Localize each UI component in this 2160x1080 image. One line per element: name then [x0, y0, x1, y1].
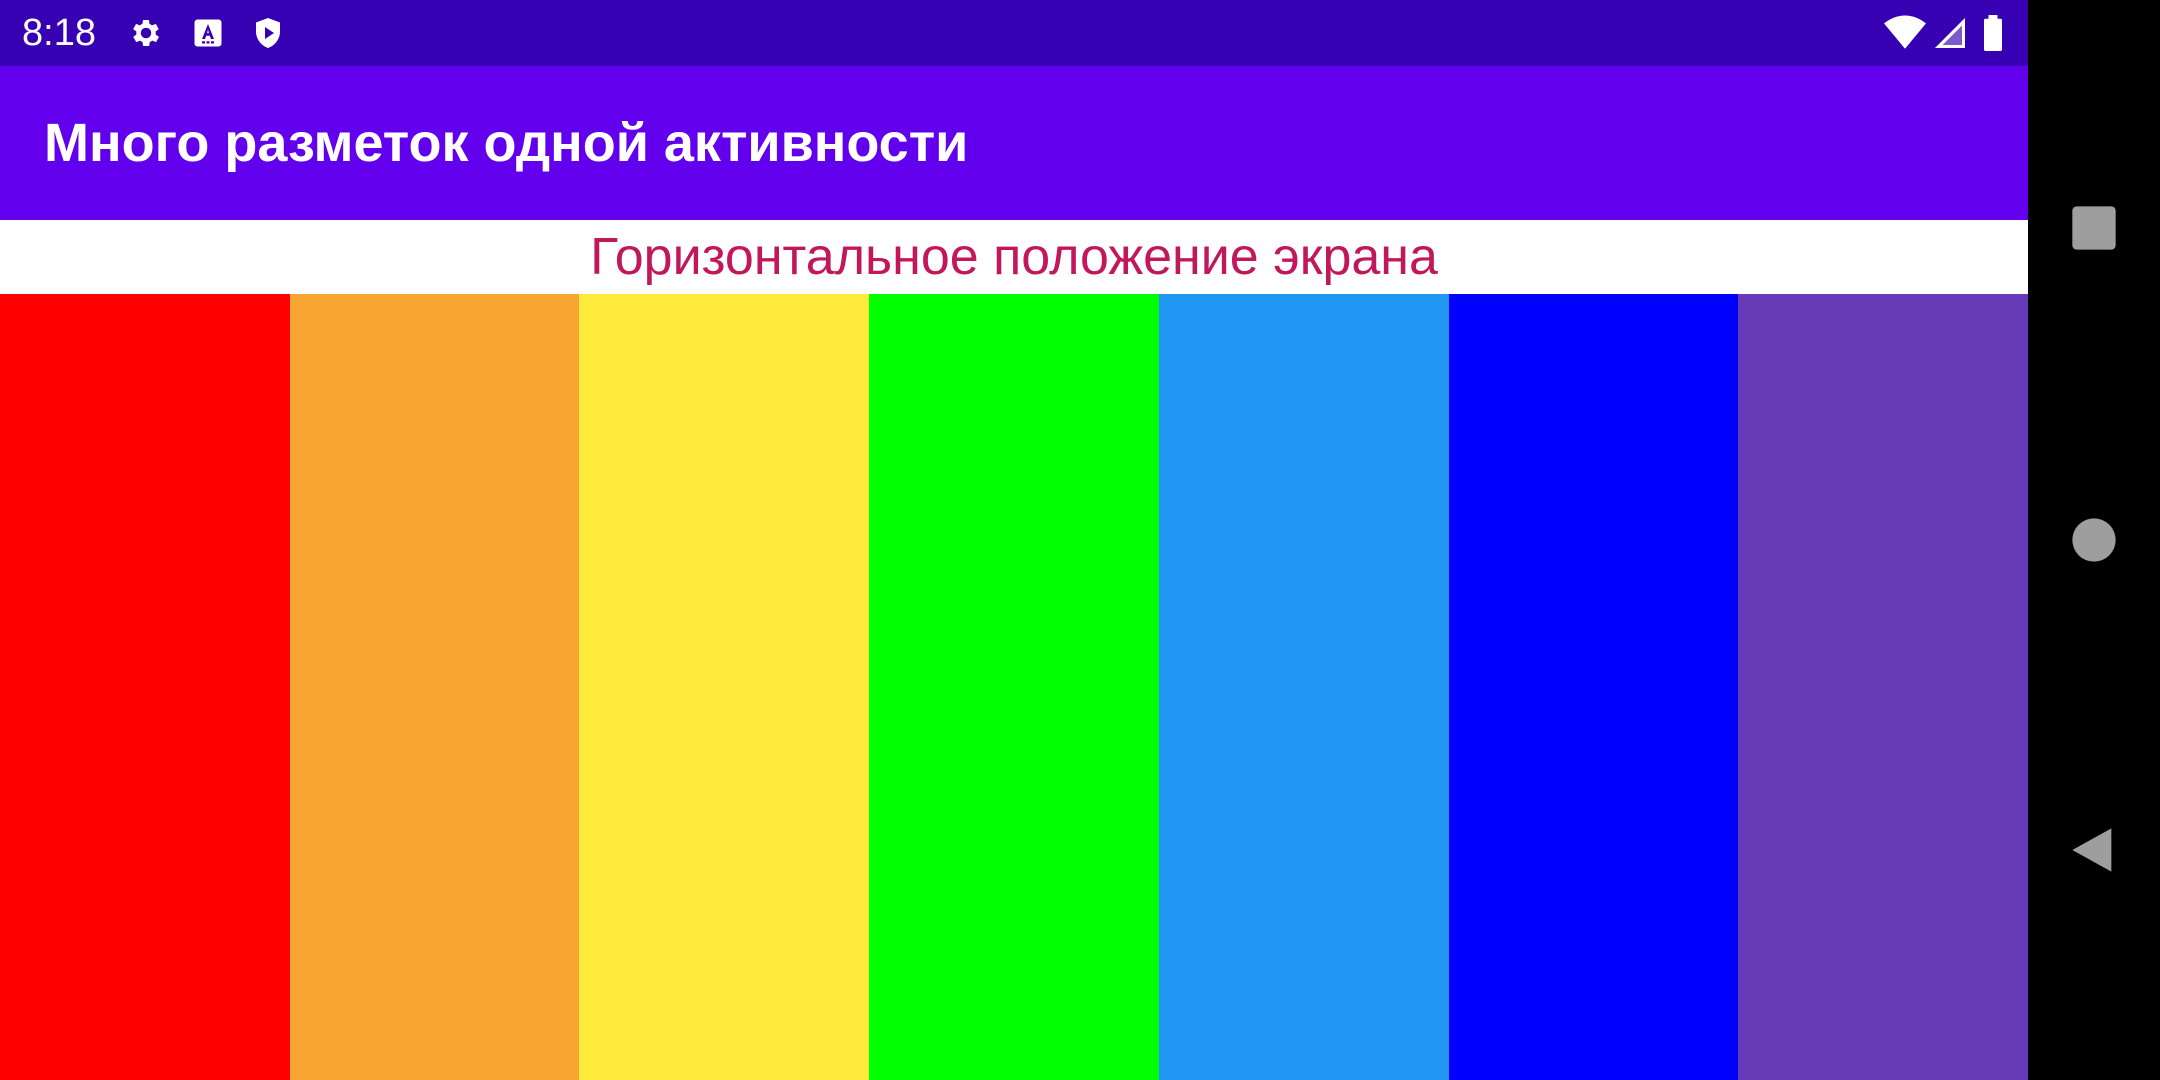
- navigation-bar: [2028, 0, 2160, 1080]
- app-title: Много разметок одной активности: [44, 113, 969, 173]
- wifi-icon: [1884, 15, 1926, 51]
- cell-signal-icon: [1932, 15, 1968, 51]
- status-time: 8:18: [22, 12, 96, 54]
- battery-icon: [1978, 15, 2008, 51]
- app-screen: 8:18 Много разметок одной активности Гор…: [0, 0, 2028, 1080]
- shield-play-icon: [250, 15, 286, 51]
- home-circle-icon[interactable]: [2068, 514, 2120, 566]
- color-stripes: [0, 294, 2028, 1080]
- app-bar: Много разметок одной активности: [0, 66, 2028, 220]
- back-triangle-icon[interactable]: [2068, 824, 2120, 876]
- stripe-yellow: [579, 294, 870, 1080]
- stripe-red: [0, 294, 290, 1080]
- overview-square-icon[interactable]: [2068, 202, 2120, 254]
- stripe-violet: [1738, 294, 2028, 1080]
- stripe-green: [869, 294, 1159, 1080]
- stripe-orange: [289, 294, 580, 1080]
- gear-icon: [128, 15, 164, 51]
- stripe-light-blue: [1158, 294, 1449, 1080]
- orientation-label: Горизонтальное положение экрана: [590, 228, 1438, 286]
- text-a-icon: [190, 15, 226, 51]
- stripe-blue: [1448, 294, 1739, 1080]
- status-bar: 8:18: [0, 0, 2028, 66]
